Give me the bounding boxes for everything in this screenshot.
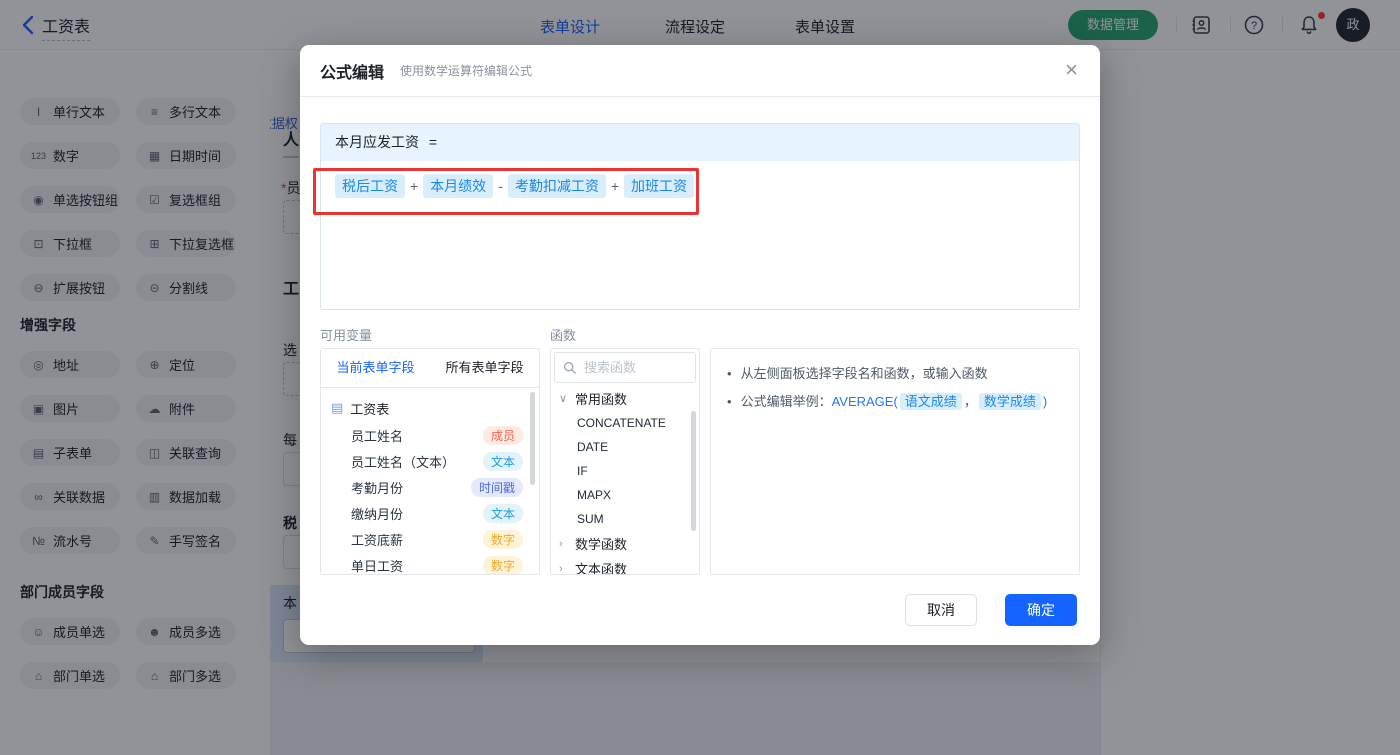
field-name: 缴纳月份 (351, 504, 403, 523)
close-icon[interactable]: × (1065, 58, 1078, 82)
search-input[interactable] (582, 359, 686, 376)
example-field-tag: 数学成绩 (979, 393, 1041, 410)
variables-section-label: 可用变量 (320, 325, 372, 344)
variables-tabs: 当前表单字段 所有表单字段 (321, 349, 539, 388)
functions-scrollbar[interactable] (691, 411, 696, 531)
group-label: 常用函数 (575, 389, 627, 408)
variable-row[interactable]: 考勤月份 时间戳 (321, 474, 539, 500)
formula-field-tag[interactable]: 税后工资 (335, 174, 405, 198)
variables-scrollbar[interactable] (530, 392, 535, 485)
field-type-badge: 文本 (483, 504, 523, 523)
function-item[interactable]: SUM (551, 507, 699, 531)
cancel-button[interactable]: 取消 (905, 594, 977, 626)
field-type-badge: 文本 (483, 452, 523, 471)
function-group-common[interactable]: ∨ 常用函数 (551, 386, 699, 411)
equals-sign: = (429, 134, 437, 150)
operator: - (498, 178, 503, 194)
group-label: 数学函数 (575, 534, 627, 553)
variable-row[interactable]: 员工姓名 成员 (321, 422, 539, 448)
field-type-badge: 数字 (483, 556, 523, 575)
function-item[interactable]: MAPX (551, 483, 699, 507)
function-item[interactable]: DATE (551, 435, 699, 459)
tip-line-1: • 从左侧面板选择字段名和函数，或输入函数 (727, 363, 1063, 385)
modal-header: 公式编辑 使用数学运算符编辑公式 (300, 45, 1100, 97)
bullet-icon: • (727, 391, 732, 413)
chevron-collapsed-icon: › (559, 563, 569, 575)
comma: ， (964, 394, 977, 409)
root-label: 工资表 (350, 399, 389, 418)
tip-text: 公式编辑举例：AVERAGE(语文成绩，数学成绩) (741, 391, 1048, 413)
confirm-button[interactable]: 确定 (1005, 594, 1077, 626)
operator: + (410, 178, 418, 194)
function-item[interactable]: CONCATENATE (551, 411, 699, 435)
function-group-math[interactable]: › 数学函数 (551, 531, 699, 556)
formula-field-tag[interactable]: 本月绩效 (423, 174, 493, 198)
operator: + (611, 178, 619, 194)
field-type-badge: 数字 (483, 530, 523, 549)
modal-subtitle: 使用数学运算符编辑公式 (400, 62, 532, 79)
formula-editor-modal: 公式编辑 使用数学运算符编辑公式 × 本月应发工资 = 税后工资+本月绩效-考勤… (300, 45, 1100, 645)
variables-panel: 当前表单字段 所有表单字段 ▤ 工资表 员工姓名 成员 员工姓名（文本） 文本 考勤… (320, 348, 540, 575)
variables-tree-root[interactable]: ▤ 工资表 (321, 394, 539, 422)
chevron-collapsed-icon: › (559, 538, 569, 550)
functions-panel: ∨ 常用函数 CONCATENATE DATE IF MAPX SUM › 数学… (550, 348, 700, 575)
form-doc-icon: ▤ (331, 400, 343, 416)
field-type-badge: 时间戳 (471, 478, 523, 497)
field-name: 单日工资 (351, 556, 403, 575)
function-search-box[interactable] (554, 352, 696, 383)
tip-text: 从左侧面板选择字段名和函数，或输入函数 (741, 363, 988, 385)
chevron-expanded-icon: ∨ (559, 392, 569, 405)
tip-line-2: • 公式编辑举例：AVERAGE(语文成绩，数学成绩) (727, 391, 1063, 413)
variable-row[interactable]: 工资底薪 数字 (321, 526, 539, 552)
search-icon (563, 361, 576, 374)
formula-target-strip: 本月应发工资 = (321, 124, 1079, 161)
bullet-icon: • (727, 363, 732, 385)
field-name: 员工姓名 (351, 426, 403, 445)
example-field-tag: 语文成绩 (900, 393, 962, 410)
function-group-text[interactable]: › 文本函数 (551, 556, 699, 575)
tips-panel: • 从左侧面板选择字段名和函数，或输入函数 • 公式编辑举例：AVERAGE(语… (710, 348, 1080, 575)
function-item[interactable]: IF (551, 459, 699, 483)
tab-current-form-fields[interactable]: 当前表单字段 (321, 349, 430, 387)
formula-target-field: 本月应发工资 (335, 134, 419, 150)
tab-all-form-fields[interactable]: 所有表单字段 (430, 349, 539, 387)
field-name: 员工姓名（文本） (351, 452, 455, 471)
formula-field-tag[interactable]: 加班工资 (624, 174, 694, 198)
modal-title: 公式编辑 (320, 59, 384, 83)
variable-row[interactable]: 单日工资 数字 (321, 552, 539, 575)
function-name: AVERAGE( (832, 394, 898, 409)
variable-row[interactable]: 缴纳月份 文本 (321, 500, 539, 526)
formula-expression-area[interactable]: 税后工资 + 本月绩效-考勤扣减工资 + 加班工资 (321, 161, 1079, 211)
close-paren: ) (1043, 394, 1047, 409)
formula-field-tag[interactable]: 考勤扣减工资 (508, 174, 606, 198)
field-name: 工资底薪 (351, 530, 403, 549)
field-type-badge: 成员 (483, 426, 523, 445)
tip-prefix: 公式编辑举例： (741, 394, 832, 409)
functions-section-label: 函数 (550, 325, 576, 344)
field-name: 考勤月份 (351, 478, 403, 497)
formula-editor-box[interactable]: 本月应发工资 = 税后工资 + 本月绩效-考勤扣减工资 + 加班工资 (320, 123, 1080, 310)
group-label: 文本函数 (575, 559, 627, 575)
app-root: 工资表 表单设计 流程设定 表单设置 数据管理 ? 政 ⊘ 表单外链 ⊠ 后端脚… (0, 0, 1400, 755)
variable-row[interactable]: 员工姓名（文本） 文本 (321, 448, 539, 474)
